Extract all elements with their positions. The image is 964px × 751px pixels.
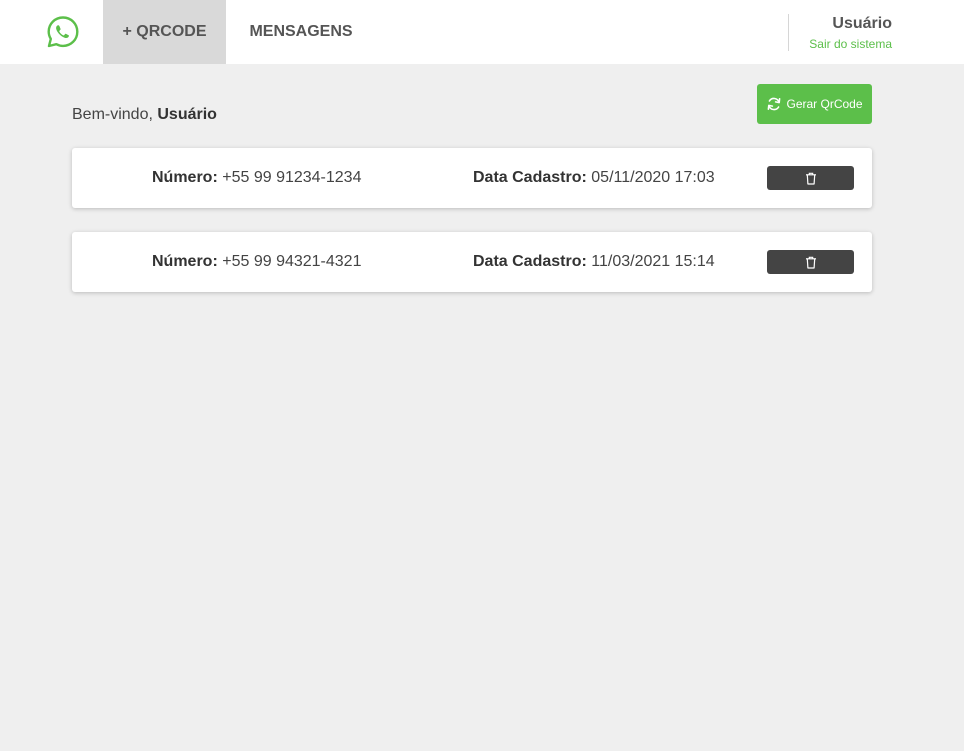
record-date-value: 11/03/2021 15:14	[591, 253, 715, 270]
welcome-message: Bem-vindo, Usuário	[72, 105, 217, 125]
record-date: Data Cadastro: 05/11/2020 17:03	[473, 168, 715, 188]
welcome-user: Usuário	[157, 106, 217, 123]
record-number-value: +55 99 91234-1234	[222, 169, 362, 186]
tab-qrcode[interactable]: + QRCODE	[103, 0, 226, 64]
trash-icon	[805, 172, 816, 185]
delete-button[interactable]	[767, 250, 854, 274]
refresh-icon	[768, 97, 781, 111]
user-name: Usuário	[832, 15, 892, 32]
record-number-label: Número:	[152, 169, 218, 186]
record-date-label: Data Cadastro:	[473, 169, 587, 186]
tab-mensagens[interactable]: MENSAGENS	[226, 0, 376, 64]
record-card: Número: +55 99 91234-1234 Data Cadastro:…	[72, 148, 872, 208]
record-number: Número: +55 99 94321-4321	[152, 252, 361, 272]
welcome-prefix: Bem-vindo,	[72, 106, 158, 123]
generate-qrcode-button[interactable]: Gerar QrCode	[757, 84, 872, 124]
generate-qrcode-label: Gerar QrCode	[786, 97, 863, 111]
whatsapp-icon[interactable]	[46, 15, 80, 49]
record-date-value: 05/11/2020 17:03	[591, 169, 715, 186]
top-navbar: + QRCODE MENSAGENS Usuário Sair do siste…	[0, 0, 964, 64]
record-date-label: Data Cadastro:	[473, 253, 587, 270]
user-menu: Usuário Sair do sistema	[788, 14, 892, 51]
trash-icon	[805, 256, 816, 269]
record-card: Número: +55 99 94321-4321 Data Cadastro:…	[72, 232, 872, 292]
record-number: Número: +55 99 91234-1234	[152, 168, 361, 188]
delete-button[interactable]	[767, 166, 854, 190]
logout-link[interactable]: Sair do sistema	[789, 37, 892, 51]
record-number-value: +55 99 94321-4321	[222, 253, 362, 270]
record-number-label: Número:	[152, 253, 218, 270]
record-date: Data Cadastro: 11/03/2021 15:14	[473, 252, 715, 272]
